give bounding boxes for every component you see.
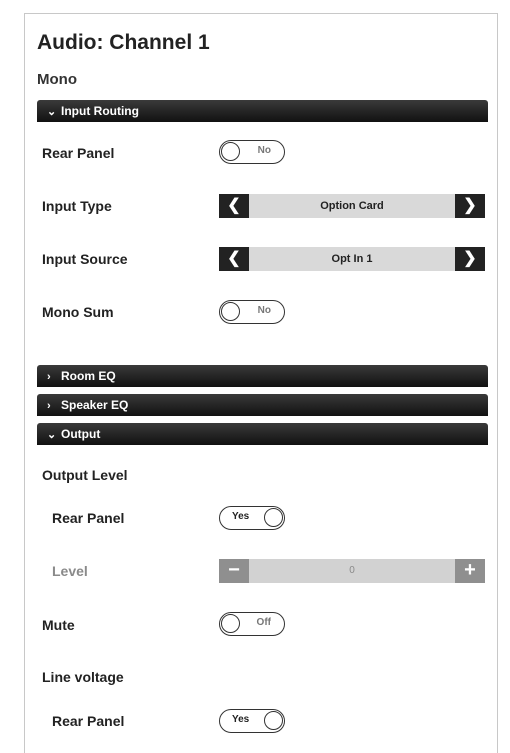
output-level-rear-panel-label: Rear Panel [52,510,125,526]
toggle-knob [221,142,240,161]
mono-sum-toggle[interactable]: No [219,300,285,324]
output-level-rear-panel-toggle[interactable]: Yes [219,506,285,530]
level-label: Level [52,563,88,579]
rear-panel-toggle[interactable]: No [219,140,285,164]
input-type-prev-button[interactable]: ❮ [219,194,249,218]
section-header-room-eq[interactable]: › Room EQ [37,365,488,387]
section-title: Speaker EQ [61,398,129,412]
audio-channel-panel: Audio: Channel 1 Mono ⌄ Input Routing Rea… [24,13,498,753]
section-title: Output [61,427,101,441]
mono-sum-label: Mono Sum [42,304,114,320]
section-header-input-routing[interactable]: ⌄ Input Routing [37,100,488,122]
chevron-right-icon: › [47,371,51,383]
toggle-state-label: No [257,305,271,316]
line-voltage-heading: Line voltage [42,669,124,685]
toggle-knob [221,614,240,633]
section-title: Input Routing [61,104,139,118]
input-source-label: Input Source [42,251,128,267]
input-source-value: Opt In 1 [331,253,373,265]
level-value: 0 [349,565,355,576]
toggle-knob [264,711,283,730]
input-source-prev-button[interactable]: ❮ [219,247,249,271]
toggle-state-label: No [257,145,271,156]
output-level-heading: Output Level [42,467,128,483]
page-title: Audio: Channel 1 [37,31,210,54]
toggle-state-label: Yes [232,714,250,725]
line-voltage-rear-panel-toggle[interactable]: Yes [219,709,285,733]
toggle-state-label: Yes [232,511,250,522]
toggle-knob [264,508,283,527]
input-type-selector: ❮ Option Card ❯ [219,194,485,218]
section-header-output[interactable]: ⌄ Output [37,423,488,445]
input-type-value: Option Card [320,200,384,212]
section-header-speaker-eq[interactable]: › Speaker EQ [37,394,488,416]
mute-label: Mute [42,617,75,633]
level-stepper: − 0 + [219,559,485,583]
chevron-right-icon: › [47,400,51,412]
mute-toggle[interactable]: Off [219,612,285,636]
input-type-label: Input Type [42,198,112,214]
input-type-next-button[interactable]: ❯ [455,194,485,218]
level-increase-button[interactable]: + [455,559,485,583]
rear-panel-label: Rear Panel [42,145,115,161]
input-source-next-button[interactable]: ❯ [455,247,485,271]
level-decrease-button[interactable]: − [219,559,249,583]
chevron-down-icon: ⌄ [47,429,57,441]
channel-mode-label: Mono [37,71,77,88]
section-title: Room EQ [61,369,116,383]
input-source-selector: ❮ Opt In 1 ❯ [219,247,485,271]
line-voltage-rear-panel-label: Rear Panel [52,713,125,729]
chevron-down-icon: ⌄ [47,106,57,118]
toggle-knob [221,302,240,321]
toggle-state-label: Off [256,617,271,628]
